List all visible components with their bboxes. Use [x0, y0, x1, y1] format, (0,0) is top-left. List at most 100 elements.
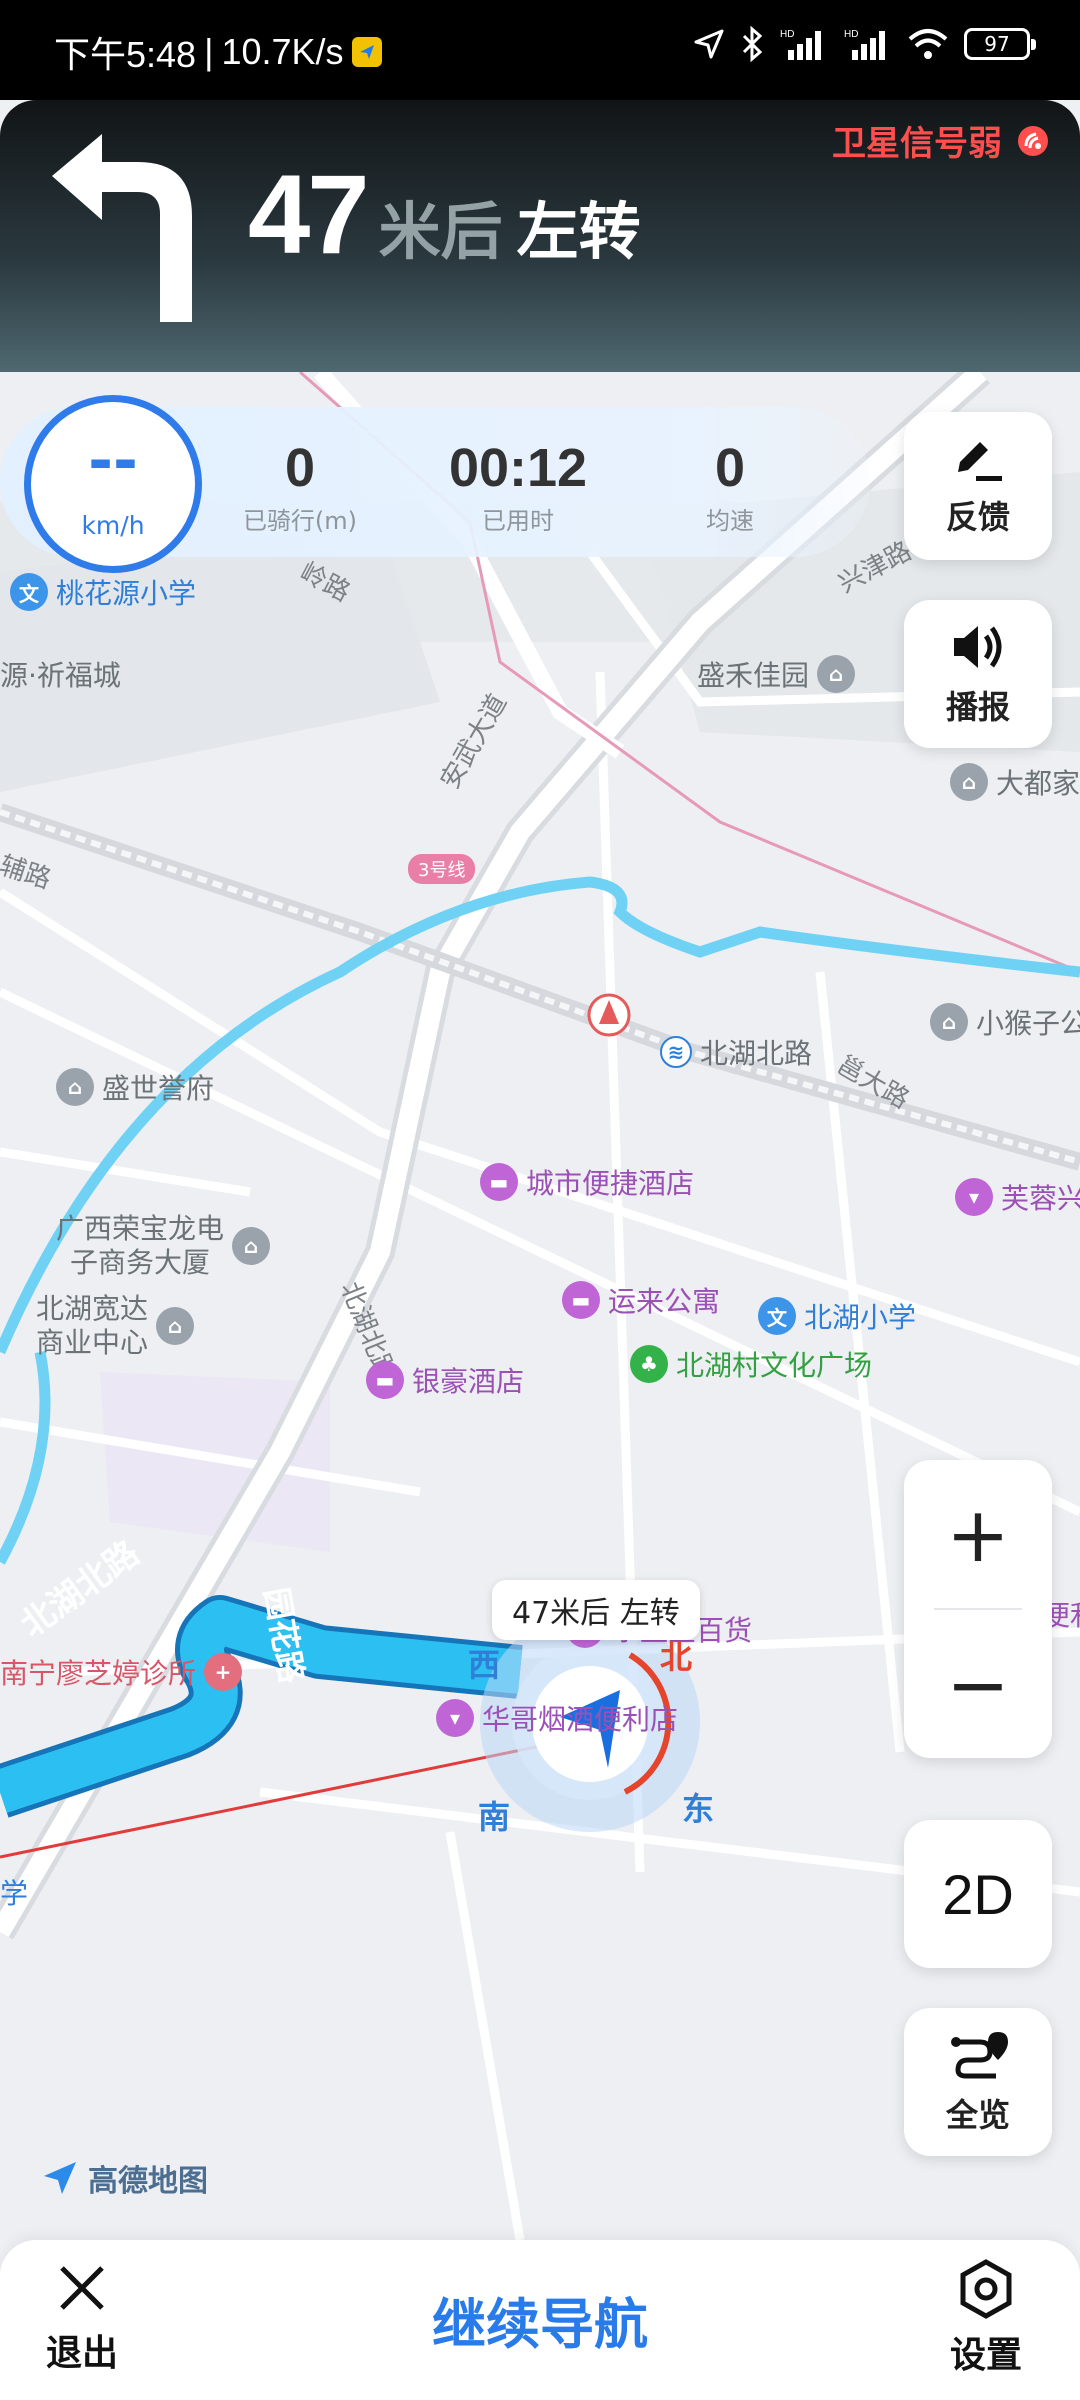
stat-avg-value: 0 [714, 438, 746, 498]
broadcast-button[interactable]: 播报 [904, 600, 1052, 748]
poi-taohuayuan-school[interactable]: 文桃花源小学 [10, 572, 196, 612]
poi-label: 华哥烟酒便利店 [482, 1703, 679, 1736]
poi-label-line2: 商业中心 [36, 1326, 149, 1359]
svg-text:HD: HD [844, 29, 858, 40]
settings-label: 设置 [950, 2335, 1023, 2376]
status-left: 下午5:48 | 10.7K/s [54, 26, 382, 78]
stat-avg-label: 均速 [706, 507, 754, 535]
speed-value: -- [88, 425, 138, 496]
battery-level: 97 [984, 32, 1010, 56]
poi-xiaohouzi[interactable]: ⌂ 小猴子公 [930, 1002, 1080, 1042]
poi-guangxi-rongbaolong[interactable]: 广西荣宝龙电 子商务大厦 ⌂ [56, 1212, 271, 1280]
poi-left-edge[interactable]: 学 [0, 1872, 28, 1912]
status-right: HD HD 97 [692, 26, 1036, 62]
continue-navigation-button[interactable]: 继续导航 [0, 2280, 1080, 2359]
bluetooth-icon [742, 26, 763, 62]
stat-distance: 0 已骑行(m) [230, 437, 370, 536]
zoom-control[interactable]: + − [904, 1460, 1052, 1758]
poi-label: 北湖北路 [700, 1037, 813, 1070]
school-icon: 文 [10, 573, 48, 611]
continue-navigation-label: 继续导航 [432, 2293, 648, 2356]
poi-yinhao-hotel[interactable]: ▬ 银豪酒店 [366, 1360, 524, 1400]
poi-label: 北湖村文化广场 [676, 1349, 873, 1382]
poi-label: 银豪酒店 [412, 1365, 525, 1398]
poi-label: 源·祈福城 [0, 659, 121, 692]
gaode-logo-icon [44, 2162, 76, 2194]
bottom-bar: 退出 继续导航 设置 [0, 2240, 1080, 2400]
shop-icon: ▾ [955, 1178, 993, 1216]
poi-city-hotel[interactable]: ▬ 城市便捷酒店 [480, 1162, 694, 1202]
speedometer: -- km/h [24, 395, 202, 573]
poi-furong[interactable]: ▾ 芙蓉兴 [955, 1177, 1080, 1217]
poi-label: 学 [0, 1877, 29, 1910]
broadcast-label: 播报 [945, 688, 1010, 726]
poi-huage[interactable]: ▾ 华哥烟酒便利店 [436, 1698, 678, 1738]
speaker-icon [954, 626, 1002, 668]
feedback-button[interactable]: 反馈 [904, 412, 1052, 560]
poi-label: 城市便捷酒店 [526, 1167, 695, 1200]
svg-text:HD: HD [780, 29, 794, 40]
poi-label: 南宁廖芝婷诊所 [0, 1657, 197, 1690]
map-view[interactable]: 岭路 兴津路 安武大道 3号线 辅路 邕大路 北湖北路 北湖北路 园花路 文桃花… [0, 372, 1080, 2240]
zoom-out-button[interactable]: − [904, 1610, 1052, 1758]
poi-label: 运来公寓 [608, 1285, 721, 1318]
poi-label-line1: 广西荣宝龙电 [56, 1212, 225, 1245]
view-mode-button[interactable]: 2D [904, 1820, 1052, 1968]
zoom-in-button[interactable]: + [904, 1460, 1052, 1608]
overview-button[interactable]: 全览 [904, 2008, 1052, 2156]
navigation-header: 卫星信号弱 47 米后 左转 [0, 100, 1080, 372]
residential-icon: ⌂ [56, 1068, 94, 1106]
residential-icon: ⌂ [930, 1003, 968, 1041]
satellite-signal-icon [1018, 125, 1048, 156]
poi-beihu-north-station[interactable]: ≋ 北湖北路 [660, 1032, 812, 1072]
hotel-icon: ▬ [562, 1281, 600, 1319]
residential-icon: ⌂ [232, 1227, 271, 1265]
overview-label: 全览 [945, 2096, 1010, 2134]
poi-shenghe[interactable]: ⌂ 盛禾佳园 [697, 654, 856, 694]
speed-unit: km/h [81, 510, 145, 540]
poi-clinic[interactable]: + 南宁廖芝婷诊所 [0, 1652, 243, 1692]
poi-label: 大都家 [996, 767, 1080, 800]
route-callout-text: 47米后 左转 [512, 1596, 680, 1631]
turn-left-arrow-icon [52, 134, 192, 322]
turn-action: 左转 [516, 195, 641, 268]
school-icon: 文 [758, 1297, 796, 1335]
satellite-warning-text: 卫星信号弱 [832, 124, 1002, 164]
settings-button[interactable]: 设置 [950, 2258, 1022, 2378]
gaode-brand-text: 高德地图 [88, 2164, 208, 2199]
poi-label: 北湖小学 [804, 1301, 917, 1334]
hotel-icon: ▬ [480, 1163, 518, 1201]
compass-west: 西 [468, 1646, 501, 1684]
poi-shengshi[interactable]: ⌂ 盛世誉府 [56, 1067, 214, 1107]
metro-line-badge: 3号线 [408, 854, 476, 884]
poi-qifucheng[interactable]: 源·祈福城 [0, 654, 121, 694]
turn-distance: 47 [248, 152, 370, 277]
status-bar: 下午5:48 | 10.7K/s HD HD 97 [0, 0, 1080, 100]
app-notification-icon [351, 37, 382, 67]
poi-label-block: 北湖宽达 商业中心 [36, 1292, 148, 1360]
poi-label-line2: 子商务大厦 [70, 1246, 211, 1279]
compass-north: 北 [660, 1638, 693, 1676]
clinic-icon: + [204, 1653, 243, 1691]
poi-beihu-school[interactable]: 文北湖小学 [758, 1296, 916, 1336]
stat-time-value: 00:12 [448, 438, 588, 498]
satellite-warning[interactable]: 卫星信号弱 [832, 116, 1050, 165]
poi-yunlai[interactable]: ▬ 运来公寓 [562, 1280, 720, 1320]
hotel-icon: ▬ [366, 1361, 404, 1399]
poi-label: 桃花源小学 [56, 577, 197, 610]
signal-hd-icon: HD [780, 29, 821, 60]
trip-stats-panel: -- km/h 0 已骑行(m) 00:12 已用时 0 均速 [0, 395, 870, 573]
route-callout: 47米后 左转 [492, 1580, 700, 1640]
poi-label: 盛世誉府 [102, 1072, 215, 1105]
residential-icon: ⌂ [950, 763, 988, 801]
hexagon-settings-icon [960, 2259, 1012, 2319]
poi-beihu-kuanda[interactable]: 北湖宽达 商业中心 ⌂ [36, 1292, 195, 1360]
shop-cart-icon: ▾ [436, 1699, 474, 1737]
compass-south: 南 [478, 1798, 511, 1836]
status-separator: | [204, 31, 214, 72]
poi-culture-square[interactable]: ♣ 北湖村文化广场 [630, 1344, 872, 1384]
route-overview-icon [951, 2032, 1008, 2079]
stat-avg-speed: 0 均速 [660, 437, 800, 536]
poi-dadujia[interactable]: ⌂ 大都家 [950, 762, 1080, 802]
status-time: 下午5:48 [54, 34, 197, 75]
